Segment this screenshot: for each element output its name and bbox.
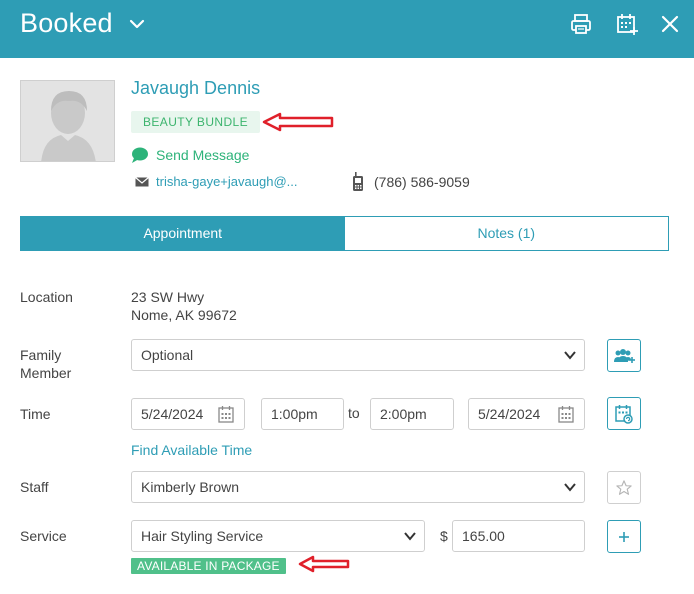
family-member-label-1: Family bbox=[20, 347, 62, 363]
to-label: to bbox=[348, 405, 360, 421]
email-label: trisha-gaye+javaugh@... bbox=[156, 174, 298, 189]
page-title: Booked bbox=[20, 8, 113, 38]
end-time-input[interactable]: 2:00pm bbox=[370, 398, 454, 430]
start-time-input[interactable]: 1:00pm bbox=[261, 398, 344, 430]
phone-label: (786) 586-9059 bbox=[374, 174, 470, 190]
service-value: Hair Styling Service bbox=[141, 528, 264, 544]
avatar bbox=[20, 80, 115, 162]
price-input[interactable]: 165.00 bbox=[452, 520, 585, 552]
calendar-icon bbox=[218, 406, 234, 423]
time-label: Time bbox=[20, 406, 51, 422]
close-icon[interactable] bbox=[658, 12, 682, 36]
chevron-down-icon bbox=[564, 351, 576, 360]
envelope-icon bbox=[135, 177, 149, 187]
price-value: 165.00 bbox=[462, 528, 505, 544]
family-member-label-2: Member bbox=[20, 365, 72, 381]
mobile-phone-icon bbox=[353, 172, 363, 191]
annotation-arrow-icon bbox=[262, 112, 334, 132]
favorite-staff-button[interactable] bbox=[607, 471, 641, 504]
recurring-schedule-button[interactable] bbox=[607, 397, 641, 430]
start-date-value: 5/24/2024 bbox=[141, 406, 204, 422]
annotation-arrow-icon bbox=[298, 555, 350, 573]
family-member-value: Optional bbox=[141, 347, 194, 363]
chat-bubble-icon bbox=[132, 147, 148, 163]
add-service-button[interactable] bbox=[607, 520, 641, 553]
end-date-value: 5/24/2024 bbox=[478, 406, 541, 422]
available-in-package-badge: AVAILABLE IN PACKAGE bbox=[131, 558, 286, 574]
location-line2: Nome, AK 99672 bbox=[131, 307, 237, 323]
start-time-value: 1:00pm bbox=[271, 406, 318, 422]
calendar-add-icon[interactable] bbox=[615, 12, 639, 36]
beauty-bundle-badge: BEAUTY BUNDLE bbox=[131, 111, 261, 133]
send-message-label: Send Message bbox=[156, 147, 250, 163]
client-name-link[interactable]: Javaugh Dennis bbox=[131, 78, 260, 99]
avatar-placeholder-icon bbox=[21, 81, 114, 161]
tab-appointment[interactable]: Appointment bbox=[21, 217, 345, 250]
chevron-down-icon bbox=[404, 532, 416, 541]
chevron-down-icon bbox=[564, 483, 576, 492]
print-icon[interactable] bbox=[569, 12, 593, 36]
service-select[interactable]: Hair Styling Service bbox=[131, 520, 425, 552]
add-family-member-button[interactable] bbox=[607, 339, 641, 372]
star-icon bbox=[616, 479, 632, 495]
location-line1: 23 SW Hwy bbox=[131, 289, 205, 305]
location-label: Location bbox=[20, 289, 73, 305]
staff-label: Staff bbox=[20, 479, 49, 495]
end-date-input[interactable]: 5/24/2024 bbox=[468, 398, 585, 430]
calendar-icon bbox=[558, 406, 574, 423]
start-date-input[interactable]: 5/24/2024 bbox=[131, 398, 245, 430]
header-bar: Booked bbox=[0, 0, 694, 58]
tab-bar: Appointment Notes (1) bbox=[20, 216, 669, 251]
service-label: Service bbox=[20, 528, 67, 544]
staff-select[interactable]: Kimberly Brown bbox=[131, 471, 585, 503]
family-member-select[interactable]: Optional bbox=[131, 339, 585, 371]
tab-notes[interactable]: Notes (1) bbox=[344, 217, 668, 250]
chevron-down-icon[interactable] bbox=[127, 14, 147, 34]
family-add-icon bbox=[614, 348, 635, 363]
staff-value: Kimberly Brown bbox=[141, 479, 240, 495]
end-time-value: 2:00pm bbox=[380, 406, 427, 422]
currency-symbol: $ bbox=[440, 528, 448, 544]
calendar-refresh-icon bbox=[615, 404, 633, 424]
plus-icon bbox=[619, 531, 629, 542]
find-available-time-link[interactable]: Find Available Time bbox=[131, 442, 252, 458]
